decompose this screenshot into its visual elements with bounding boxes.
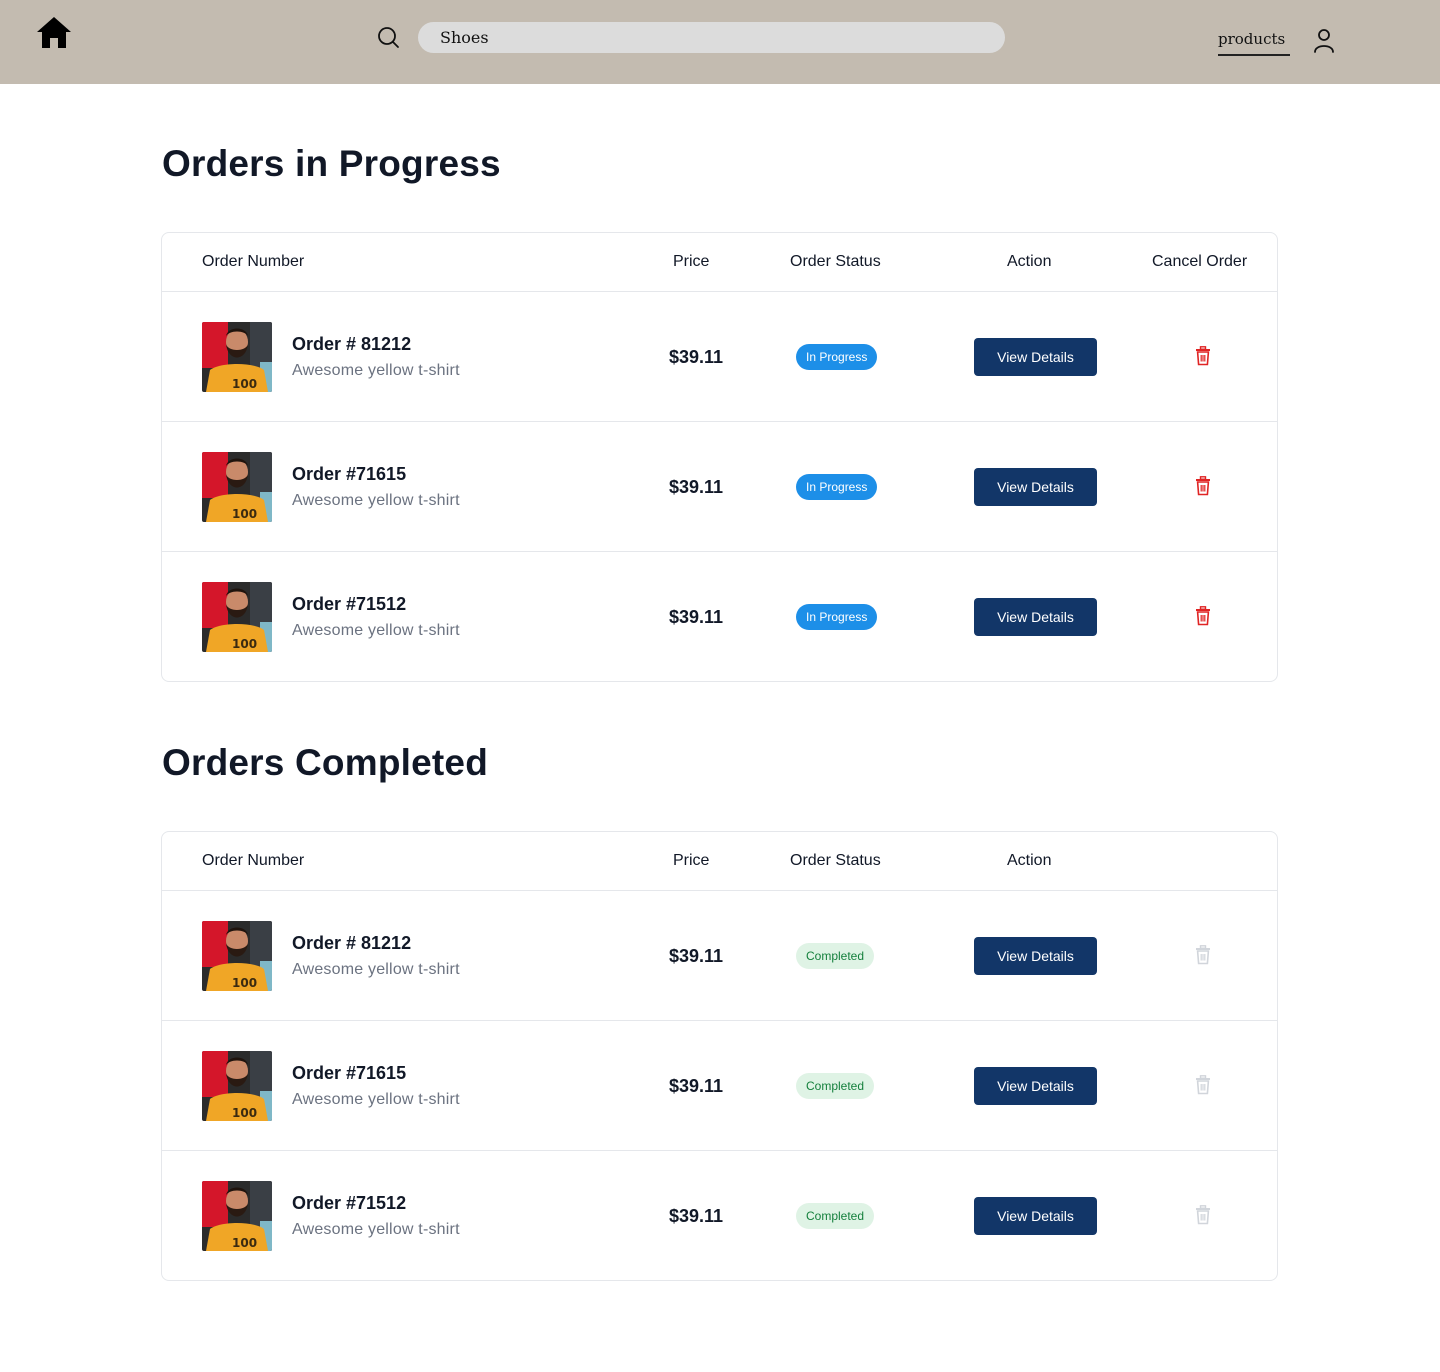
- search-icon[interactable]: [376, 25, 400, 49]
- view-details-button[interactable]: View Details: [974, 468, 1097, 506]
- order-number: Order #71615: [292, 1063, 407, 1083]
- product-thumbnail: 100: [202, 582, 272, 652]
- product-name: Awesome yellow t-shirt: [292, 362, 460, 379]
- product-name: Awesome yellow t-shirt: [292, 492, 460, 509]
- status-badge: Completed: [796, 943, 875, 969]
- section-title-in-progress: Orders in Progress: [162, 143, 501, 184]
- home-icon[interactable]: [36, 16, 72, 50]
- svg-text:100: 100: [232, 377, 257, 391]
- status-badge: Completed: [796, 1073, 875, 1099]
- column-header-order-number: Order Number: [202, 852, 305, 869]
- svg-text:100: 100: [232, 1106, 257, 1120]
- view-details-button[interactable]: View Details: [974, 1197, 1097, 1235]
- trash-icon: [1195, 1075, 1211, 1095]
- order-number: Order #71615: [292, 464, 407, 484]
- orders-in-progress-table: Order Number Price Order Status Action Cance…: [161, 232, 1278, 682]
- column-header-order-number: Order Number: [202, 253, 305, 270]
- column-header-price: Price: [673, 253, 710, 270]
- trash-icon[interactable]: [1195, 476, 1211, 496]
- top-navigation-bar: products: [0, 0, 1440, 84]
- nav-link-products[interactable]: products: [1218, 30, 1290, 56]
- order-number: Order #71512: [292, 594, 407, 614]
- product-thumbnail: 100: [202, 1051, 272, 1121]
- table-row: 100 Order # 81212 Awesome yellow t-shirt…: [162, 891, 1277, 1021]
- table-header-row: Order Number Price Order Status Action Cance…: [162, 233, 1277, 292]
- status-badge: Completed: [796, 1203, 875, 1229]
- view-details-button[interactable]: View Details: [974, 1067, 1097, 1105]
- product-name: Awesome yellow t-shirt: [292, 1221, 460, 1238]
- product-thumbnail: 100: [202, 921, 272, 991]
- status-badge: In Progress: [796, 474, 878, 500]
- order-number: Order # 81212: [292, 334, 412, 354]
- search-input[interactable]: [418, 22, 1005, 53]
- column-header-order-status: Order Status: [790, 852, 881, 869]
- user-icon[interactable]: [1312, 28, 1336, 54]
- section-title-completed: Orders Completed: [162, 742, 488, 783]
- column-header-price: Price: [673, 852, 710, 869]
- trash-icon: [1195, 1205, 1211, 1225]
- table-header-row: Order Number Price Order Status Action: [162, 832, 1277, 891]
- product-thumbnail: 100: [202, 322, 272, 392]
- column-header-action: Action: [1007, 852, 1052, 869]
- column-header-action: Action: [1007, 253, 1052, 270]
- column-header-cancel-order: Cancel Order: [1152, 253, 1248, 270]
- order-number: Order # 81212: [292, 933, 412, 953]
- svg-text:100: 100: [232, 976, 257, 990]
- status-badge: In Progress: [796, 344, 878, 370]
- order-price: $39.11: [669, 946, 724, 966]
- svg-text:100: 100: [232, 637, 257, 651]
- svg-text:100: 100: [232, 507, 257, 521]
- order-price: $39.11: [669, 607, 724, 627]
- table-row: 100 Order #71615 Awesome yellow t-shirt …: [162, 422, 1277, 552]
- order-price: $39.11: [669, 1076, 724, 1096]
- table-row: 100 Order #71512 Awesome yellow t-shirt …: [162, 552, 1277, 682]
- product-name: Awesome yellow t-shirt: [292, 1091, 460, 1108]
- view-details-button[interactable]: View Details: [974, 338, 1097, 376]
- column-header-order-status: Order Status: [790, 253, 881, 270]
- orders-completed-table: Order Number Price Order Status Action 100 …: [161, 831, 1278, 1281]
- order-price: $39.11: [669, 477, 724, 497]
- product-thumbnail: 100: [202, 452, 272, 522]
- trash-icon: [1195, 945, 1211, 965]
- order-price: $39.11: [669, 347, 724, 367]
- order-price: $39.11: [669, 1206, 724, 1226]
- trash-icon[interactable]: [1195, 346, 1211, 366]
- trash-icon[interactable]: [1195, 606, 1211, 626]
- table-row: 100 Order # 81212 Awesome yellow t-shirt…: [162, 292, 1277, 422]
- product-name: Awesome yellow t-shirt: [292, 961, 460, 978]
- product-thumbnail: 100: [202, 1181, 272, 1251]
- status-badge: In Progress: [796, 604, 878, 630]
- table-row: 100 Order #71512 Awesome yellow t-shirt …: [162, 1151, 1277, 1281]
- order-number: Order #71512: [292, 1193, 407, 1213]
- view-details-button[interactable]: View Details: [974, 598, 1097, 636]
- svg-text:100: 100: [232, 1236, 257, 1250]
- view-details-button[interactable]: View Details: [974, 937, 1097, 975]
- table-row: 100 Order #71615 Awesome yellow t-shirt …: [162, 1021, 1277, 1151]
- product-name: Awesome yellow t-shirt: [292, 622, 460, 639]
